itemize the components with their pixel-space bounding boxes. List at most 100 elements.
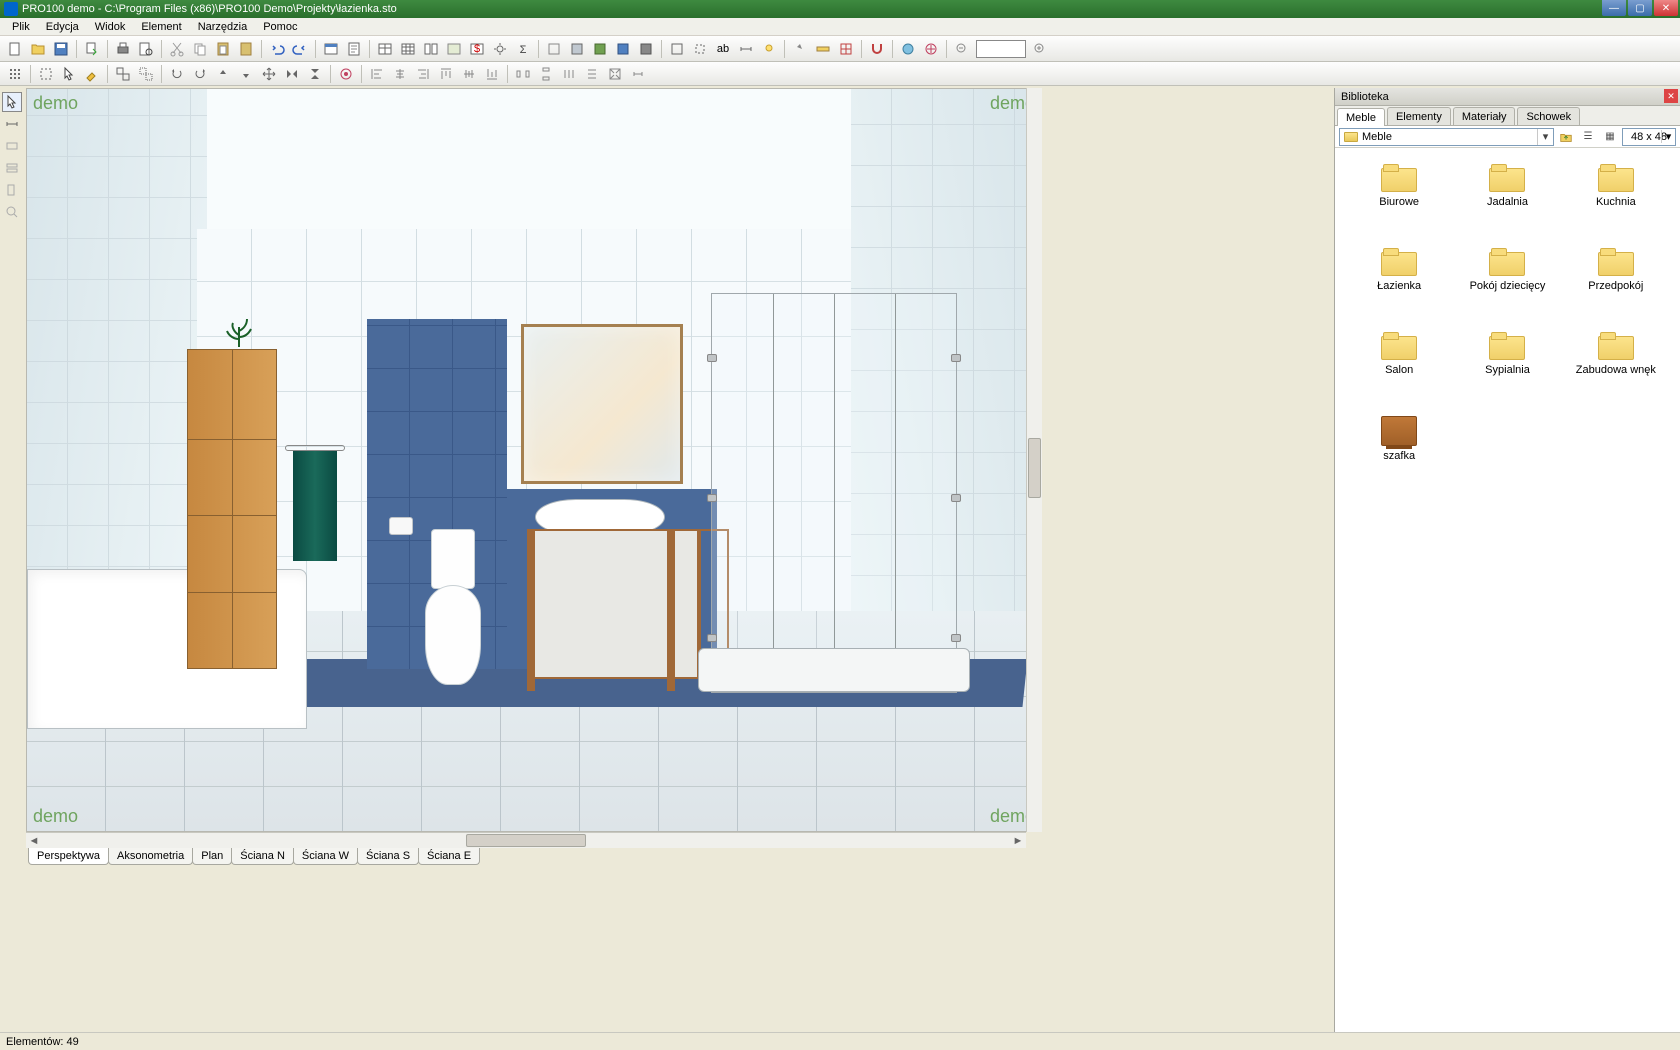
- menu-widok[interactable]: Widok: [87, 19, 134, 35]
- align-top-icon[interactable]: [435, 63, 457, 85]
- save-icon[interactable]: [50, 38, 72, 60]
- dist-v-icon[interactable]: [535, 63, 557, 85]
- dist-v2-icon[interactable]: [581, 63, 603, 85]
- tab-sciana-e[interactable]: Ściana E: [418, 848, 480, 865]
- grid-icon[interactable]: [397, 38, 419, 60]
- align-center-h-icon[interactable]: [389, 63, 411, 85]
- flip-h-icon[interactable]: [281, 63, 303, 85]
- minimize-button[interactable]: —: [1602, 0, 1626, 16]
- settings-icon[interactable]: [489, 38, 511, 60]
- align-right-icon[interactable]: [412, 63, 434, 85]
- align-left-icon[interactable]: [366, 63, 388, 85]
- columns-icon[interactable]: [420, 38, 442, 60]
- sum-icon[interactable]: Σ: [512, 38, 534, 60]
- tab-elementy[interactable]: Elementy: [1387, 107, 1451, 125]
- import-icon[interactable]: [81, 38, 103, 60]
- viewport-hscroll[interactable]: ◄ ►: [26, 832, 1026, 848]
- paste-special-icon[interactable]: [235, 38, 257, 60]
- paste-icon[interactable]: [212, 38, 234, 60]
- group-icon[interactable]: [112, 63, 134, 85]
- door-tool-icon[interactable]: [2, 180, 22, 200]
- library-item-jadalnia[interactable]: Jadalnia: [1453, 158, 1561, 238]
- scroll-right-icon[interactable]: ►: [1010, 833, 1026, 849]
- dims-icon[interactable]: [735, 38, 757, 60]
- library-item-szafka[interactable]: szafka: [1345, 410, 1453, 490]
- print-preview-icon[interactable]: [135, 38, 157, 60]
- align-bottom-icon[interactable]: [481, 63, 503, 85]
- selection-icon[interactable]: [35, 63, 57, 85]
- viewport-vscroll[interactable]: [1026, 88, 1042, 832]
- library-item-przedpokój[interactable]: Przedpokój: [1562, 242, 1670, 322]
- texture-icon[interactable]: [612, 38, 634, 60]
- tab-sciana-s[interactable]: Ściana S: [357, 848, 419, 865]
- solid-icon[interactable]: [566, 38, 588, 60]
- stretch-icon[interactable]: [627, 63, 649, 85]
- redo-icon[interactable]: [289, 38, 311, 60]
- icon-size-combo[interactable]: 48 x 48 ▾: [1622, 128, 1676, 146]
- dist-h2-icon[interactable]: [558, 63, 580, 85]
- cut-icon[interactable]: [166, 38, 188, 60]
- library-item-pokój-dziecięcy[interactable]: Pokój dziecięcy: [1453, 242, 1561, 322]
- rotate-up-icon[interactable]: [212, 63, 234, 85]
- outlines-icon[interactable]: [689, 38, 711, 60]
- chevron-down-icon[interactable]: ▾: [1661, 130, 1675, 143]
- select-tool-icon[interactable]: [2, 92, 22, 112]
- labels-icon[interactable]: ab: [712, 38, 734, 60]
- wall-tool-icon[interactable]: [2, 158, 22, 178]
- rotate-right-icon[interactable]: [189, 63, 211, 85]
- rect-tool-icon[interactable]: [2, 136, 22, 156]
- edit-node-icon[interactable]: [81, 63, 103, 85]
- library-item-biurowe[interactable]: Biurowe: [1345, 158, 1453, 238]
- table-icon[interactable]: [374, 38, 396, 60]
- zoom-in-icon[interactable]: [1029, 38, 1051, 60]
- tab-meble[interactable]: Meble: [1337, 108, 1385, 126]
- zoom-level-input[interactable]: [976, 40, 1026, 58]
- close-button[interactable]: ✕: [1654, 0, 1678, 16]
- edges-icon[interactable]: [666, 38, 688, 60]
- fit-icon[interactable]: [604, 63, 626, 85]
- flip-v-icon[interactable]: [304, 63, 326, 85]
- tab-aksonometria[interactable]: Aksonometria: [108, 848, 193, 865]
- tab-sciana-w[interactable]: Ściana W: [293, 848, 358, 865]
- copy-icon[interactable]: [189, 38, 211, 60]
- list-view-icon[interactable]: ☰: [1578, 127, 1598, 147]
- library-item-sypialnia[interactable]: Sypialnia: [1453, 326, 1561, 406]
- menu-plik[interactable]: Plik: [4, 19, 38, 35]
- dist-h-icon[interactable]: [512, 63, 534, 85]
- undo-icon[interactable]: [266, 38, 288, 60]
- layout-icon[interactable]: [443, 38, 465, 60]
- menu-pomoc[interactable]: Pomoc: [255, 19, 305, 35]
- nav-icon[interactable]: [789, 38, 811, 60]
- icon-view-icon[interactable]: ▦: [1600, 127, 1620, 147]
- library-item-zabudowa-wnęk[interactable]: Zabudowa wnęk: [1562, 326, 1670, 406]
- library-path-combo[interactable]: Meble ▾: [1339, 128, 1554, 146]
- report-icon[interactable]: [343, 38, 365, 60]
- tab-sciana-n[interactable]: Ściana N: [231, 848, 294, 865]
- pointer-icon[interactable]: [58, 63, 80, 85]
- zoom-tool-icon[interactable]: [2, 202, 22, 222]
- shaded-icon[interactable]: [635, 38, 657, 60]
- menu-element[interactable]: Element: [133, 19, 189, 35]
- menu-narzedzia[interactable]: Narzędzia: [190, 19, 256, 35]
- cost-icon[interactable]: $: [466, 38, 488, 60]
- menu-edycja[interactable]: Edycja: [38, 19, 87, 35]
- chevron-down-icon[interactable]: ▾: [1537, 129, 1553, 145]
- snap-grid-icon[interactable]: [4, 63, 26, 85]
- globe2-icon[interactable]: [920, 38, 942, 60]
- ruler-icon[interactable]: [812, 38, 834, 60]
- rotate-down-icon[interactable]: [235, 63, 257, 85]
- viewport-3d[interactable]: demo demo demo demo: [26, 88, 1042, 832]
- move-icon[interactable]: [258, 63, 280, 85]
- new-file-icon[interactable]: [4, 38, 26, 60]
- up-folder-icon[interactable]: [1556, 127, 1576, 147]
- zoom-out-icon[interactable]: [951, 38, 973, 60]
- tab-materialy[interactable]: Materiały: [1453, 107, 1516, 125]
- library-item-kuchnia[interactable]: Kuchnia: [1562, 158, 1670, 238]
- library-item-łazienka[interactable]: Łazienka: [1345, 242, 1453, 322]
- align-center-v-icon[interactable]: [458, 63, 480, 85]
- maximize-button[interactable]: ▢: [1628, 0, 1652, 16]
- tab-schowek[interactable]: Schowek: [1517, 107, 1580, 125]
- target-icon[interactable]: [335, 63, 357, 85]
- color-icon[interactable]: [589, 38, 611, 60]
- ungroup-icon[interactable]: [135, 63, 157, 85]
